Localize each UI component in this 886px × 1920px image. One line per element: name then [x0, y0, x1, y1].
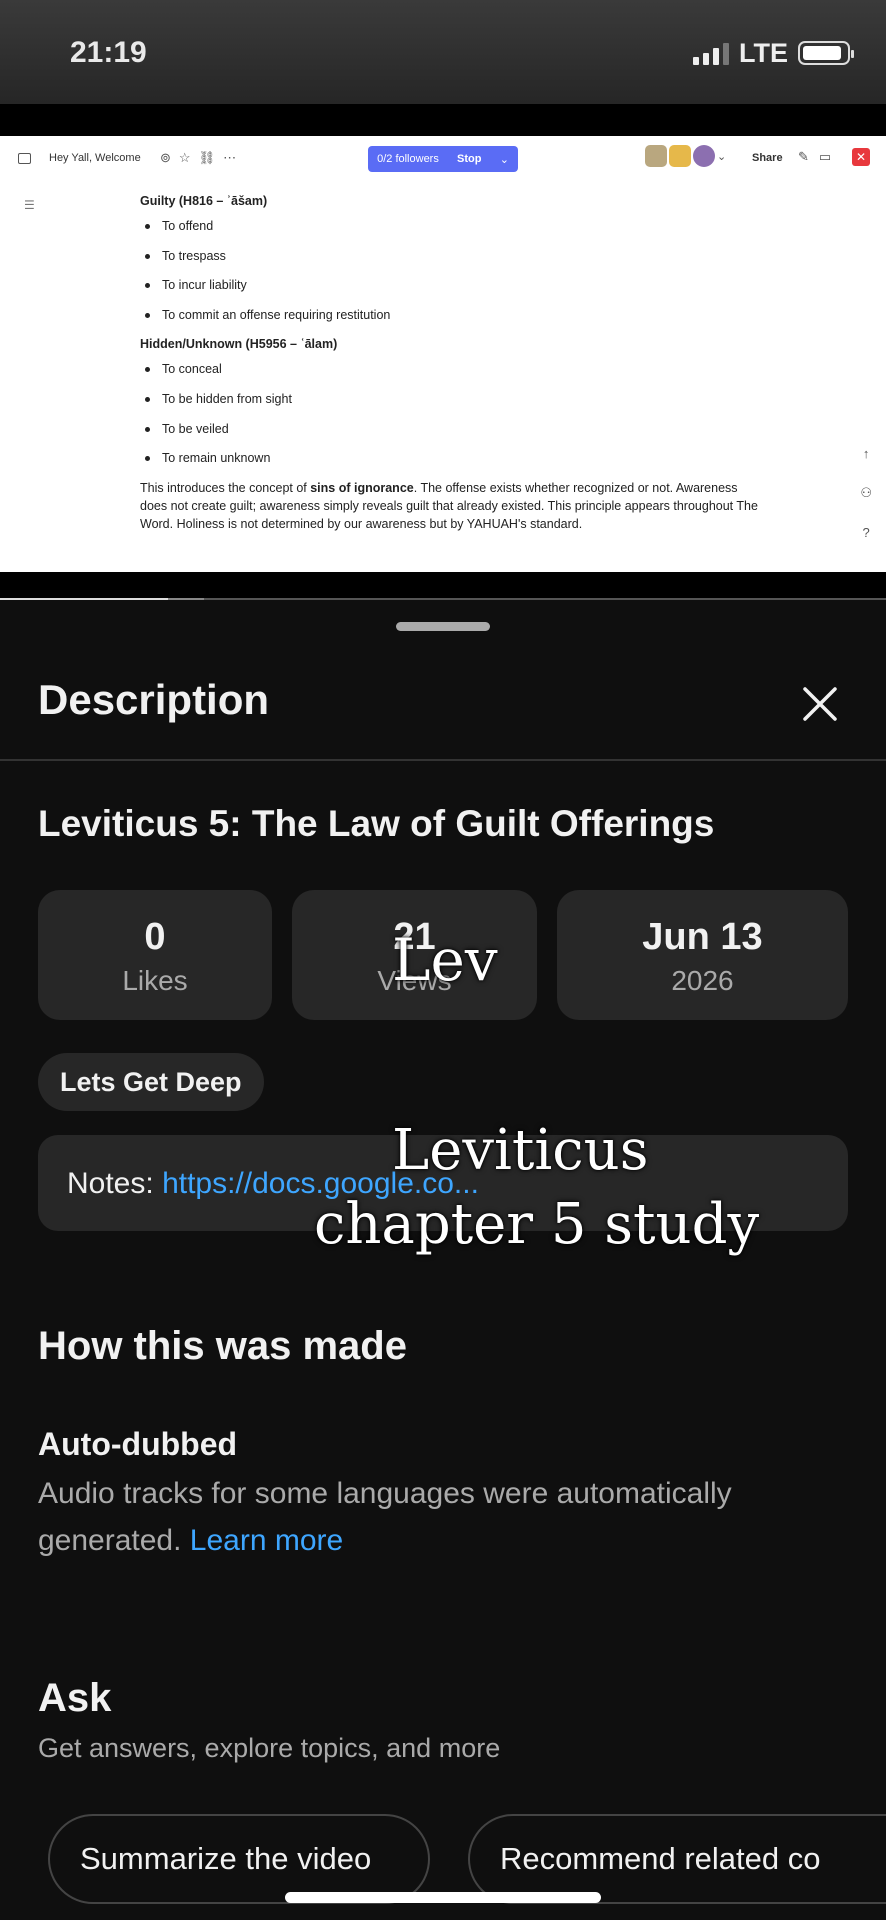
chevron-down-icon: ⌄ — [499, 153, 509, 166]
overlay-text: Leviticus — [392, 1118, 649, 1183]
auto-dubbed-text: Audio tracks for some languages were aut… — [38, 1477, 732, 1557]
doc-body: Guilty (H816 – ʾāšam) To offend To tresp… — [140, 192, 760, 533]
doc-heading: Guilty (H816 – ʾāšam) — [140, 194, 268, 208]
comment-icon: ▭ — [818, 149, 832, 164]
doc-side-icons: ↑ ⚇ ? — [860, 446, 872, 540]
prompt-summarize-button[interactable]: Summarize the video — [48, 1814, 430, 1904]
status-indicators: LTE — [693, 36, 854, 70]
doc-heading: Hidden/Unknown (H5956 – ʿālam) — [140, 337, 338, 352]
list-item: To incur liability — [140, 276, 760, 294]
year-label: 2026 — [671, 965, 734, 996]
people-icon: ⚇ — [860, 485, 872, 500]
followers-count: 0/2 followers — [377, 153, 439, 165]
help-icon: ? — [862, 525, 870, 540]
likes-count: 0 — [144, 916, 166, 958]
doc-toolbar-icons: ⊚ ☆ ⛓ ⋯ — [160, 150, 236, 166]
list-item: To commit an offense requiring restituti… — [140, 306, 760, 324]
stop-label: Stop — [457, 153, 482, 165]
panel-title: Description — [38, 676, 270, 723]
close-icon[interactable] — [800, 684, 840, 724]
signal-icon — [693, 41, 729, 65]
battery-icon — [798, 41, 854, 65]
list-item: To conceal — [140, 360, 760, 378]
prompt-recommend-button[interactable]: Recommend related co — [468, 1814, 886, 1904]
star-icon: ☆ — [178, 150, 191, 165]
video-frame-document: Hey Yall, Welcome ⊚ ☆ ⛓ ⋯ 0/2 followers … — [0, 136, 886, 572]
overlay-text: Lev — [392, 926, 498, 994]
status-bar: 21:19 LTE — [0, 0, 886, 104]
likes-label: Likes — [122, 965, 188, 996]
ask-subtitle: Get answers, explore topics, and more — [38, 1733, 501, 1763]
avatar — [669, 145, 691, 167]
learn-more-link[interactable]: Learn more — [190, 1524, 343, 1557]
home-indicator — [285, 1892, 601, 1903]
overlay-text: chapter 5 study — [314, 1192, 760, 1257]
outline-icon: ☰ — [24, 198, 35, 212]
likes-card: 0 Likes — [38, 890, 272, 1020]
arrow-up-icon: ↑ — [862, 446, 870, 461]
date-card: Jun 13 2026 — [557, 890, 848, 1020]
video-title: Leviticus 5: The Law of Guilt Offerings — [38, 803, 715, 844]
date-value: Jun 13 — [642, 916, 763, 958]
collaborator-avatars: ⌄ — [645, 145, 726, 167]
close-icon: ✕ — [852, 148, 870, 166]
network-label: LTE — [739, 37, 788, 68]
doc-toolbar: Hey Yall, Welcome ⊚ ☆ ⛓ ⋯ 0/2 followers … — [0, 136, 886, 182]
drag-handle[interactable] — [396, 622, 490, 631]
list-item: To trespass — [140, 247, 760, 265]
avatar — [693, 145, 715, 167]
more-icon: ⋯ — [223, 150, 237, 165]
auto-dubbed-title: Auto-dubbed — [38, 1426, 238, 1462]
how-made-title: How this was made — [38, 1324, 407, 1368]
avatar — [645, 145, 667, 167]
doc-title: Hey Yall, Welcome — [49, 152, 141, 164]
followers-banner: 0/2 followers Stop ⌄ — [368, 146, 518, 172]
pen-icon: ✎ — [798, 149, 809, 164]
description-panel: Description Leviticus 5: The Law of Guil… — [0, 600, 886, 1920]
share-label: Share — [752, 152, 783, 164]
link-icon: ⛓ — [198, 150, 216, 165]
doc-paragraph: This introduces the concept of sins of i… — [140, 480, 758, 531]
hashtag-chip[interactable]: Lets Get Deep — [38, 1053, 264, 1111]
doc-list: To conceal To be hidden from sight To be… — [140, 360, 760, 467]
doc-list: To offend To trespass To incur liability… — [140, 217, 760, 324]
chevron-down-icon: ⌄ — [717, 150, 727, 163]
ask-title: Ask — [38, 1676, 112, 1720]
list-item: To be veiled — [140, 420, 760, 438]
list-item: To be hidden from sight — [140, 390, 760, 408]
list-item: To remain unknown — [140, 449, 760, 467]
video-player[interactable]: Hey Yall, Welcome ⊚ ☆ ⛓ ⋯ 0/2 followers … — [0, 104, 886, 603]
settings-icon: ⊚ — [160, 150, 171, 165]
status-time: 21:19 — [70, 36, 147, 69]
notes-label: Notes: — [67, 1167, 154, 1200]
list-item: To offend — [140, 217, 760, 235]
sidebar-toggle-icon — [18, 153, 31, 164]
doc-toolbar-right-icons: ✎ ▭ — [798, 149, 831, 165]
divider — [0, 759, 886, 761]
